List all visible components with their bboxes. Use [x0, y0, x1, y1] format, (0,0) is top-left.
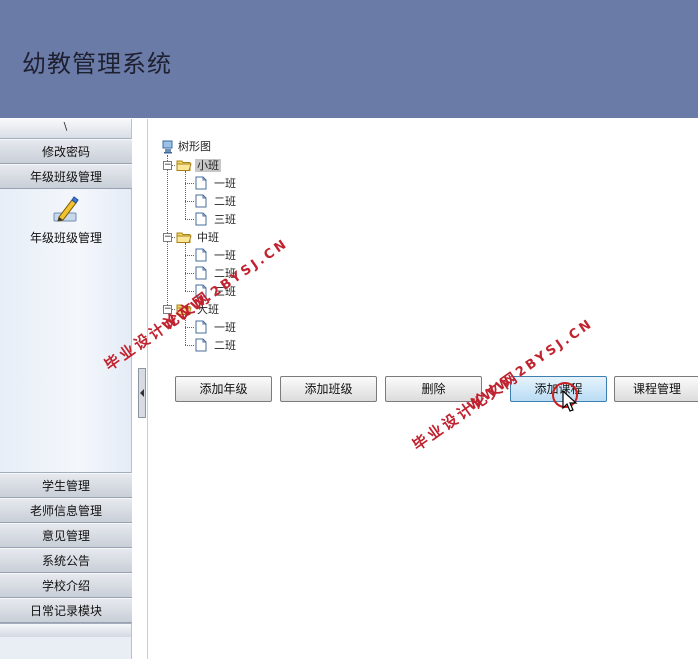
sidebar-item-change-password[interactable]: 修改密码	[0, 139, 132, 164]
tree-connector	[185, 243, 186, 291]
tree-node-class[interactable]: 二班	[214, 337, 236, 353]
sidebar-footer	[0, 623, 131, 637]
panel-item-label: 年级班级管理	[29, 231, 102, 245]
computer-icon	[162, 140, 173, 154]
tree-connector	[185, 273, 194, 274]
document-icon	[195, 176, 207, 190]
sidebar: \ 修改密码 年级班级管理 年级班级管理 学生管理 老师信息管理 意见管理 系统…	[0, 119, 132, 659]
main-content: 树形图 − 小班 一班 二班 三班 − 中班 一班 二班 三班 − 大班 一班 …	[147, 119, 698, 659]
tree-node-label: 二班	[214, 339, 236, 352]
tree-node-label: 中班	[197, 231, 219, 244]
tree-node-class[interactable]: 一班	[214, 175, 236, 191]
app-title: 幼教管理系统	[22, 50, 172, 78]
sidebar-panel: 年级班级管理	[0, 189, 131, 473]
tree-node-class[interactable]: 三班	[214, 211, 236, 227]
tree-connector	[185, 255, 194, 256]
sidebar-item-daily-record[interactable]: 日常记录模块	[0, 598, 132, 623]
collapse-toggle-icon[interactable]: −	[163, 161, 172, 170]
add-grade-button[interactable]: 添加年级	[175, 376, 272, 402]
document-icon	[195, 320, 207, 334]
document-icon	[195, 194, 207, 208]
document-icon	[195, 212, 207, 226]
folder-open-icon	[176, 160, 192, 171]
app-header: 幼教管理系统	[0, 0, 698, 118]
sidebar-collapse-handle[interactable]: \	[0, 119, 131, 139]
tree-connector	[185, 171, 186, 219]
tree-root-label: 树形图	[178, 140, 211, 153]
document-icon	[195, 248, 207, 262]
document-icon	[195, 266, 207, 280]
tree-connector	[185, 219, 194, 220]
course-manage-button[interactable]: 课程管理	[614, 376, 698, 402]
tree-node-label: 小班	[195, 159, 221, 172]
tree-connector	[185, 327, 194, 328]
sidebar-item-student-manage[interactable]: 学生管理	[0, 473, 132, 498]
pencil-icon	[53, 196, 79, 222]
tree-connector	[185, 201, 194, 202]
collapse-toggle-icon[interactable]: −	[163, 233, 172, 242]
tree-node-grade[interactable]: 中班	[197, 229, 219, 245]
tree-node-class[interactable]: 二班	[214, 193, 236, 209]
sidebar-item-teacher-info-manage[interactable]: 老师信息管理	[0, 498, 132, 523]
tree-node-label: 二班	[214, 195, 236, 208]
panel-item-grade-class-manage[interactable]: 年级班级管理	[0, 195, 132, 246]
sidebar-item-system-notice[interactable]: 系统公告	[0, 548, 132, 573]
tree-node-class[interactable]: 一班	[214, 319, 236, 335]
document-icon	[195, 338, 207, 352]
folder-open-icon	[176, 232, 192, 243]
add-class-button[interactable]: 添加班级	[280, 376, 377, 402]
tree-node-class[interactable]: 一班	[214, 247, 236, 263]
tree-node-label: 一班	[214, 321, 236, 334]
tree-node-label: 一班	[214, 177, 236, 190]
sidebar-item-school-intro[interactable]: 学校介绍	[0, 573, 132, 598]
tree-connector	[185, 183, 194, 184]
mouse-pointer-icon	[562, 390, 578, 412]
collapse-arrow-icon	[140, 389, 144, 397]
tree-node-label: 三班	[214, 213, 236, 226]
sidebar-item-grade-class-manage[interactable]: 年级班级管理	[0, 164, 132, 189]
sidebar-item-feedback-manage[interactable]: 意见管理	[0, 523, 132, 548]
tree-connector	[185, 345, 194, 346]
tree-node-label: 一班	[214, 249, 236, 262]
sidebar-splitter[interactable]	[138, 368, 146, 418]
tree-connector	[167, 155, 168, 307]
tree-node-grade[interactable]: 小班	[195, 157, 221, 173]
